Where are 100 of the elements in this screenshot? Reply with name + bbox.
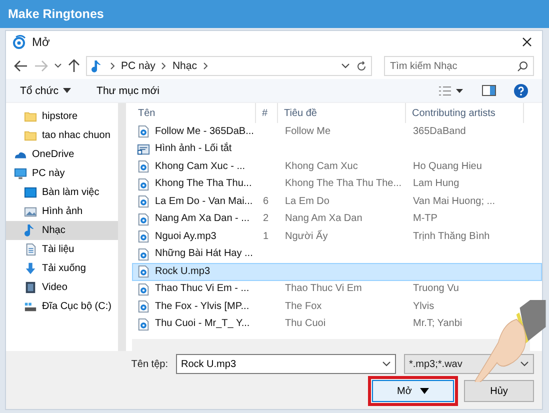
audio-file-icon [137,230,150,244]
file-row[interactable]: Nguoi Ay.mp3 1 Người Ấy Trịnh Thăng Bình [132,228,542,246]
table-cell: Ho Quang Hieu [413,160,482,174]
chevron-icon [110,62,115,70]
table-cell: Mr.T; Yanbi [413,317,462,332]
table-cell: Khong The Tha Thu The... [285,177,402,192]
folder-icon [24,129,37,142]
new-folder-button[interactable]: Thư mục mới [96,84,160,96]
audio-file-icon [137,265,150,278]
sidebar-item[interactable]: OneDrive [6,145,118,164]
table-cell: Follow Me [285,124,331,139]
sidebar-item[interactable]: tao nhac chuon [6,126,118,145]
file-row[interactable]: Nang Am Xa Dan - ... 2 Nang Am Xa Dan M-TP [132,210,542,228]
file-name: Follow Me - 365DaB... [155,124,254,139]
dropdown-caret-icon [341,63,350,69]
recent-dropdown-button[interactable] [54,63,62,69]
file-type-value: *.mp3;*.wav [409,358,464,370]
cancel-button[interactable]: Hủy [464,380,534,402]
table-cell: Truong Vu [413,282,459,296]
table-cell: Van Mai Huong; ... [413,194,496,209]
sidebar-item[interactable]: Nhạc [6,221,118,240]
table-cell: Thu Cuoi [285,317,326,332]
table-cell: La Em Do [285,194,330,209]
back-button[interactable] [14,60,28,72]
file-row[interactable]: Follow Me - 365DaB... Follow Me 365DaBand [132,123,542,140]
sidebar-item[interactable]: Tài liệu [6,240,118,259]
sidebar-item[interactable]: Video [6,278,118,297]
chevron-icon [161,62,166,70]
sidebar-item[interactable]: PC này [6,164,118,183]
dropdown-caret-icon [520,361,529,367]
audio-file-icon [137,318,150,331]
filename-label: Tên tệp: [131,358,168,370]
view-options-button[interactable] [438,86,464,96]
file-name: Nguoi Ay.mp3 [155,230,216,244]
search-field[interactable]: Tìm kiếm Nhạc [384,56,534,76]
breadcrumb-item[interactable]: Nhạc [172,60,197,72]
table-cell: M-TP [413,212,438,226]
file-row[interactable]: Hình ảnh - Lối tắt [132,140,542,158]
selected-row[interactable]: Rock U.mp3 [132,263,542,280]
address-bar[interactable]: PC này Nhạc [86,56,372,76]
filename-field[interactable]: Rock U.mp3 [176,354,396,374]
picture-icon [24,205,37,218]
sidebar-item[interactable]: hipstore [6,107,118,126]
folder-icon [24,110,37,123]
file-row[interactable]: Thao Thuc Vi Em - ... Thao Thuc Vi Em Truong Vu [132,280,542,298]
file-row[interactable]: Khong Cam Xuc - ... Khong Cam Xuc Ho Quang Hieu [132,158,542,176]
file-row[interactable]: Những Bài Hát Hay ... [132,246,542,263]
dropdown-caret-icon [62,88,71,93]
file-name: Nang Am Xa Dan - ... [155,212,250,226]
preview-pane-button[interactable] [482,85,496,96]
file-name: Thu Cuoi - Mr_T_ Y... [155,317,250,332]
dialog-title: Mở [32,35,50,49]
audio-file-icon [137,125,150,138]
table-cell: 1 [263,230,269,244]
up-button[interactable] [68,59,80,73]
file-row[interactable]: Khong The Tha Thu... Khong The Tha Thu The... Lam Hung [132,176,542,193]
sidebar-item[interactable]: Đĩa Cục bộ (C:) [6,297,118,316]
file-name: La Em Do - Van Mai... [155,194,253,209]
film-icon [24,281,37,294]
table-cell: The Fox [285,300,322,314]
table-cell: Khong Cam Xuc [285,160,358,174]
table-cell: Trịnh Thăng Bình [413,230,490,244]
app-logo-icon [12,35,26,49]
table-cell: Ylvis [413,300,434,314]
audio-file-icon [137,282,150,296]
audio-file-icon [137,178,150,191]
audio-file-icon [137,248,150,261]
picture-shortcut-icon [137,142,150,156]
table-cell: Thao Thuc Vi Em [285,282,362,296]
open-button[interactable]: Mở [372,380,454,402]
audio-file-icon [137,212,150,226]
sidebar-item[interactable]: Hình ảnh [6,202,118,221]
help-button[interactable] [514,84,528,98]
column-header[interactable]: Tiêu đề [278,103,406,123]
download-arrow-icon [24,262,37,275]
search-icon [517,61,528,72]
refresh-icon [356,60,367,72]
file-name: The Fox - Ylvis [MP... [155,300,250,314]
document-icon [24,243,37,256]
dropdown-caret-icon [420,388,429,394]
file-name: Hình ảnh - Lối tắt [155,142,232,156]
file-name: Những Bài Hát Hay ... [155,247,253,262]
breadcrumb-item[interactable]: PC này [121,60,156,72]
table-cell: Lam Hung [413,177,460,192]
audio-file-icon [137,300,150,314]
dropdown-caret-icon [382,361,391,367]
table-cell: Người Ấy [285,230,328,244]
file-name: Rock U.mp3 [155,264,210,279]
column-header[interactable]: Contributing artists [406,103,524,123]
table-cell: 6 [263,194,269,209]
column-header[interactable]: Tên [132,103,256,123]
sidebar-item[interactable]: Bàn làm việc [6,183,118,202]
organize-menu-button[interactable]: Tổ chức [20,84,71,96]
column-header[interactable]: # [256,103,278,123]
sidebar-item[interactable]: Tải xuống [6,259,118,278]
horizontal-scrollbar[interactable] [132,339,530,351]
file-name: Thao Thuc Vi Em - ... [155,282,250,296]
monitor-icon [14,167,27,180]
table-cell: Nang Am Xa Dan [285,212,362,226]
file-row[interactable]: La Em Do - Van Mai... 6 La Em Do Van Mai Huong; ... [132,193,542,210]
